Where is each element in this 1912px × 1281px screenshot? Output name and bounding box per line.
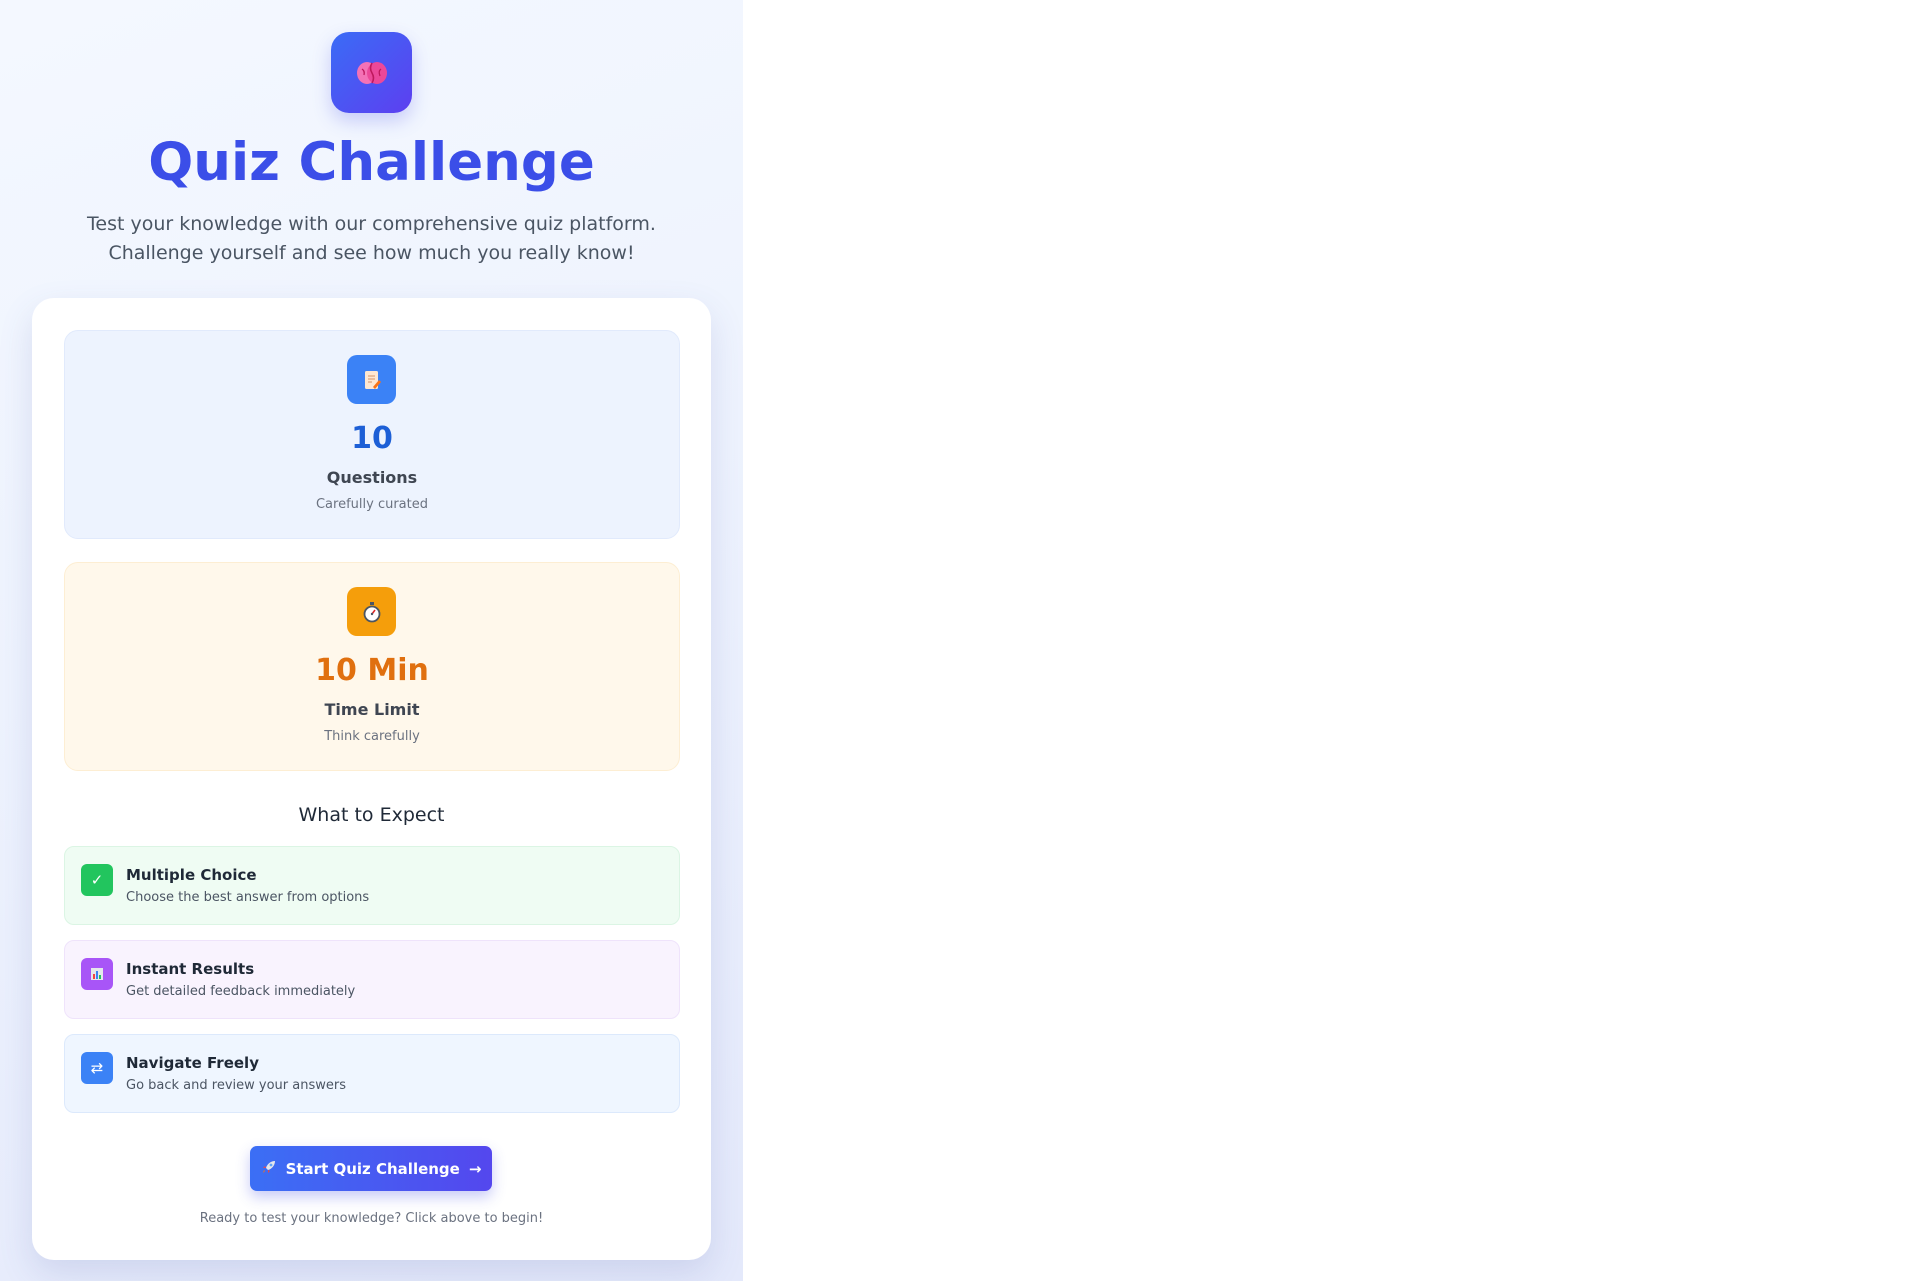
feature-description: Choose the best answer from options — [126, 890, 370, 905]
questions-label: Questions — [326, 468, 418, 487]
start-hint: Ready to test your knowledge? Click abov… — [199, 1211, 544, 1226]
questions-subtext: Carefully curated — [315, 497, 428, 512]
time-limit-label: Time Limit — [324, 700, 420, 719]
questions-stat: 10 Questions Carefully curated — [64, 330, 680, 539]
feature-title: Navigate Freely — [126, 1054, 259, 1072]
quiz-card: 10 Questions Carefully curated 10 Min Ti… — [32, 298, 711, 1260]
feature-multiple-choice: ✓ Multiple Choice Choose the best answer… — [64, 846, 680, 925]
start-quiz-button[interactable]: Start Quiz Challenge → — [250, 1146, 492, 1191]
checkmark-icon: ✓ — [81, 864, 113, 896]
time-limit-subtext: Think carefully — [324, 729, 420, 744]
feature-navigate-freely: ⇄ Navigate Freely Go back and review you… — [64, 1034, 680, 1113]
time-limit-stat: 10 Min Time Limit Think carefully — [64, 562, 680, 771]
start-quiz-label: Start Quiz Challenge — [285, 1159, 460, 1178]
arrow-right-icon: → — [468, 1159, 482, 1178]
stopwatch-icon — [347, 587, 396, 636]
swap-arrows-icon: ⇄ — [81, 1052, 113, 1084]
feature-title: Multiple Choice — [126, 866, 257, 884]
left-panel: Quiz Challenge Test your knowledge with … — [0, 0, 743, 1281]
feature-description: Go back and review your answers — [126, 1078, 346, 1093]
bar-chart-icon — [81, 958, 113, 990]
feature-title: Instant Results — [126, 960, 255, 978]
memo-icon — [347, 355, 396, 404]
time-limit-value: 10 Min — [315, 653, 429, 688]
page-subtitle: Test your knowledge with our comprehensi… — [87, 213, 656, 264]
questions-count: 10 — [351, 421, 393, 456]
page-title: Quiz Challenge — [148, 132, 595, 193]
feature-instant-results: Instant Results Get detailed feedback im… — [64, 940, 680, 1019]
feature-description: Get detailed feedback immediately — [126, 984, 356, 999]
rocket-icon — [261, 1159, 277, 1179]
expect-heading: What to Expect — [298, 804, 445, 826]
brain-icon — [331, 32, 412, 113]
